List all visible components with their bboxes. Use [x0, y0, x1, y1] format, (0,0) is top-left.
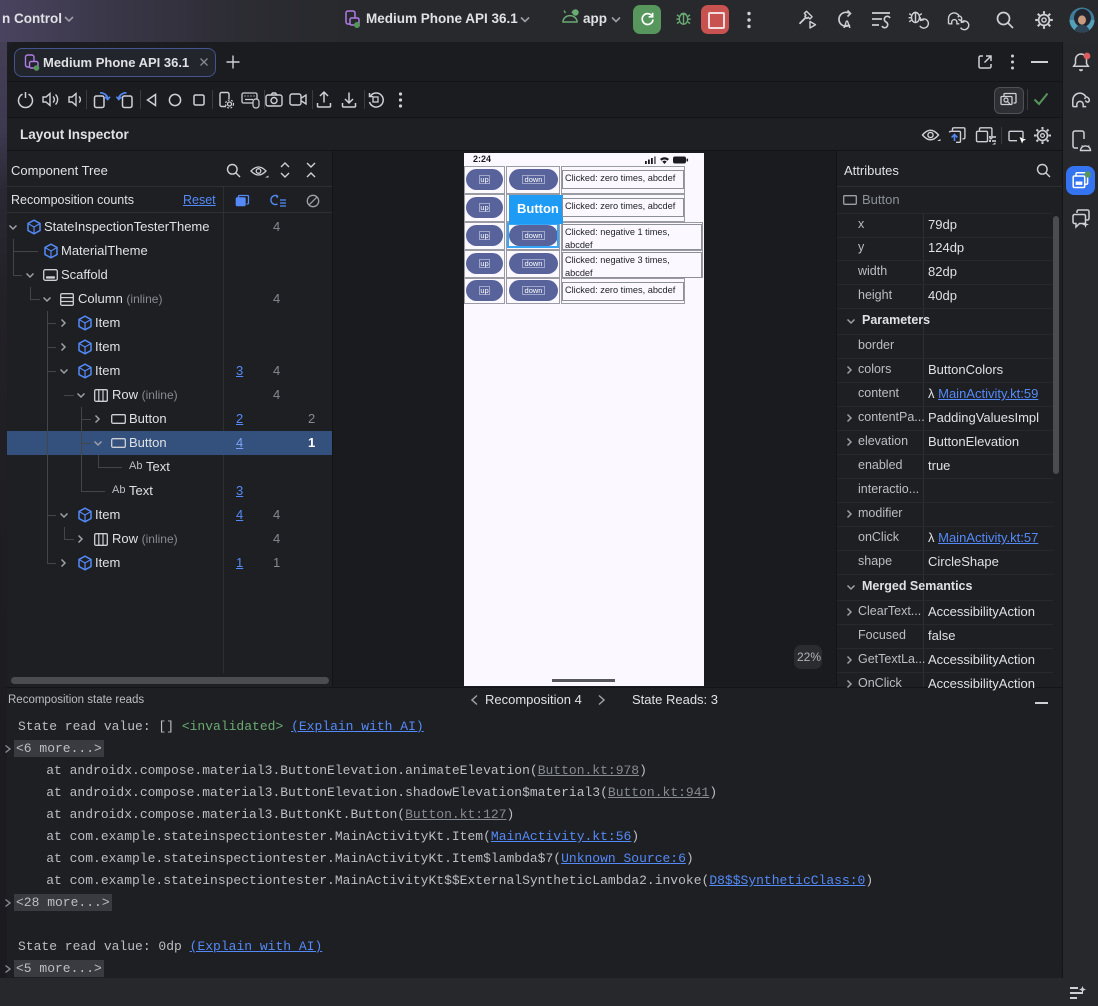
svg-text:A: A	[843, 19, 851, 31]
